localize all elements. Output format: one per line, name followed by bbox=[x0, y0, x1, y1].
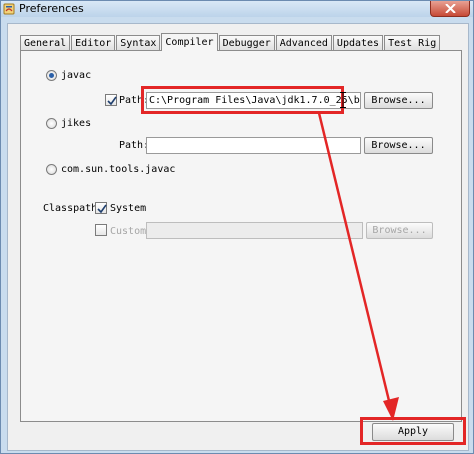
tab-compiler[interactable]: Compiler bbox=[161, 33, 218, 51]
preferences-window: Preferences General Editor Syntax Compil… bbox=[0, 0, 474, 454]
annotation-arrow bbox=[317, 112, 399, 421]
